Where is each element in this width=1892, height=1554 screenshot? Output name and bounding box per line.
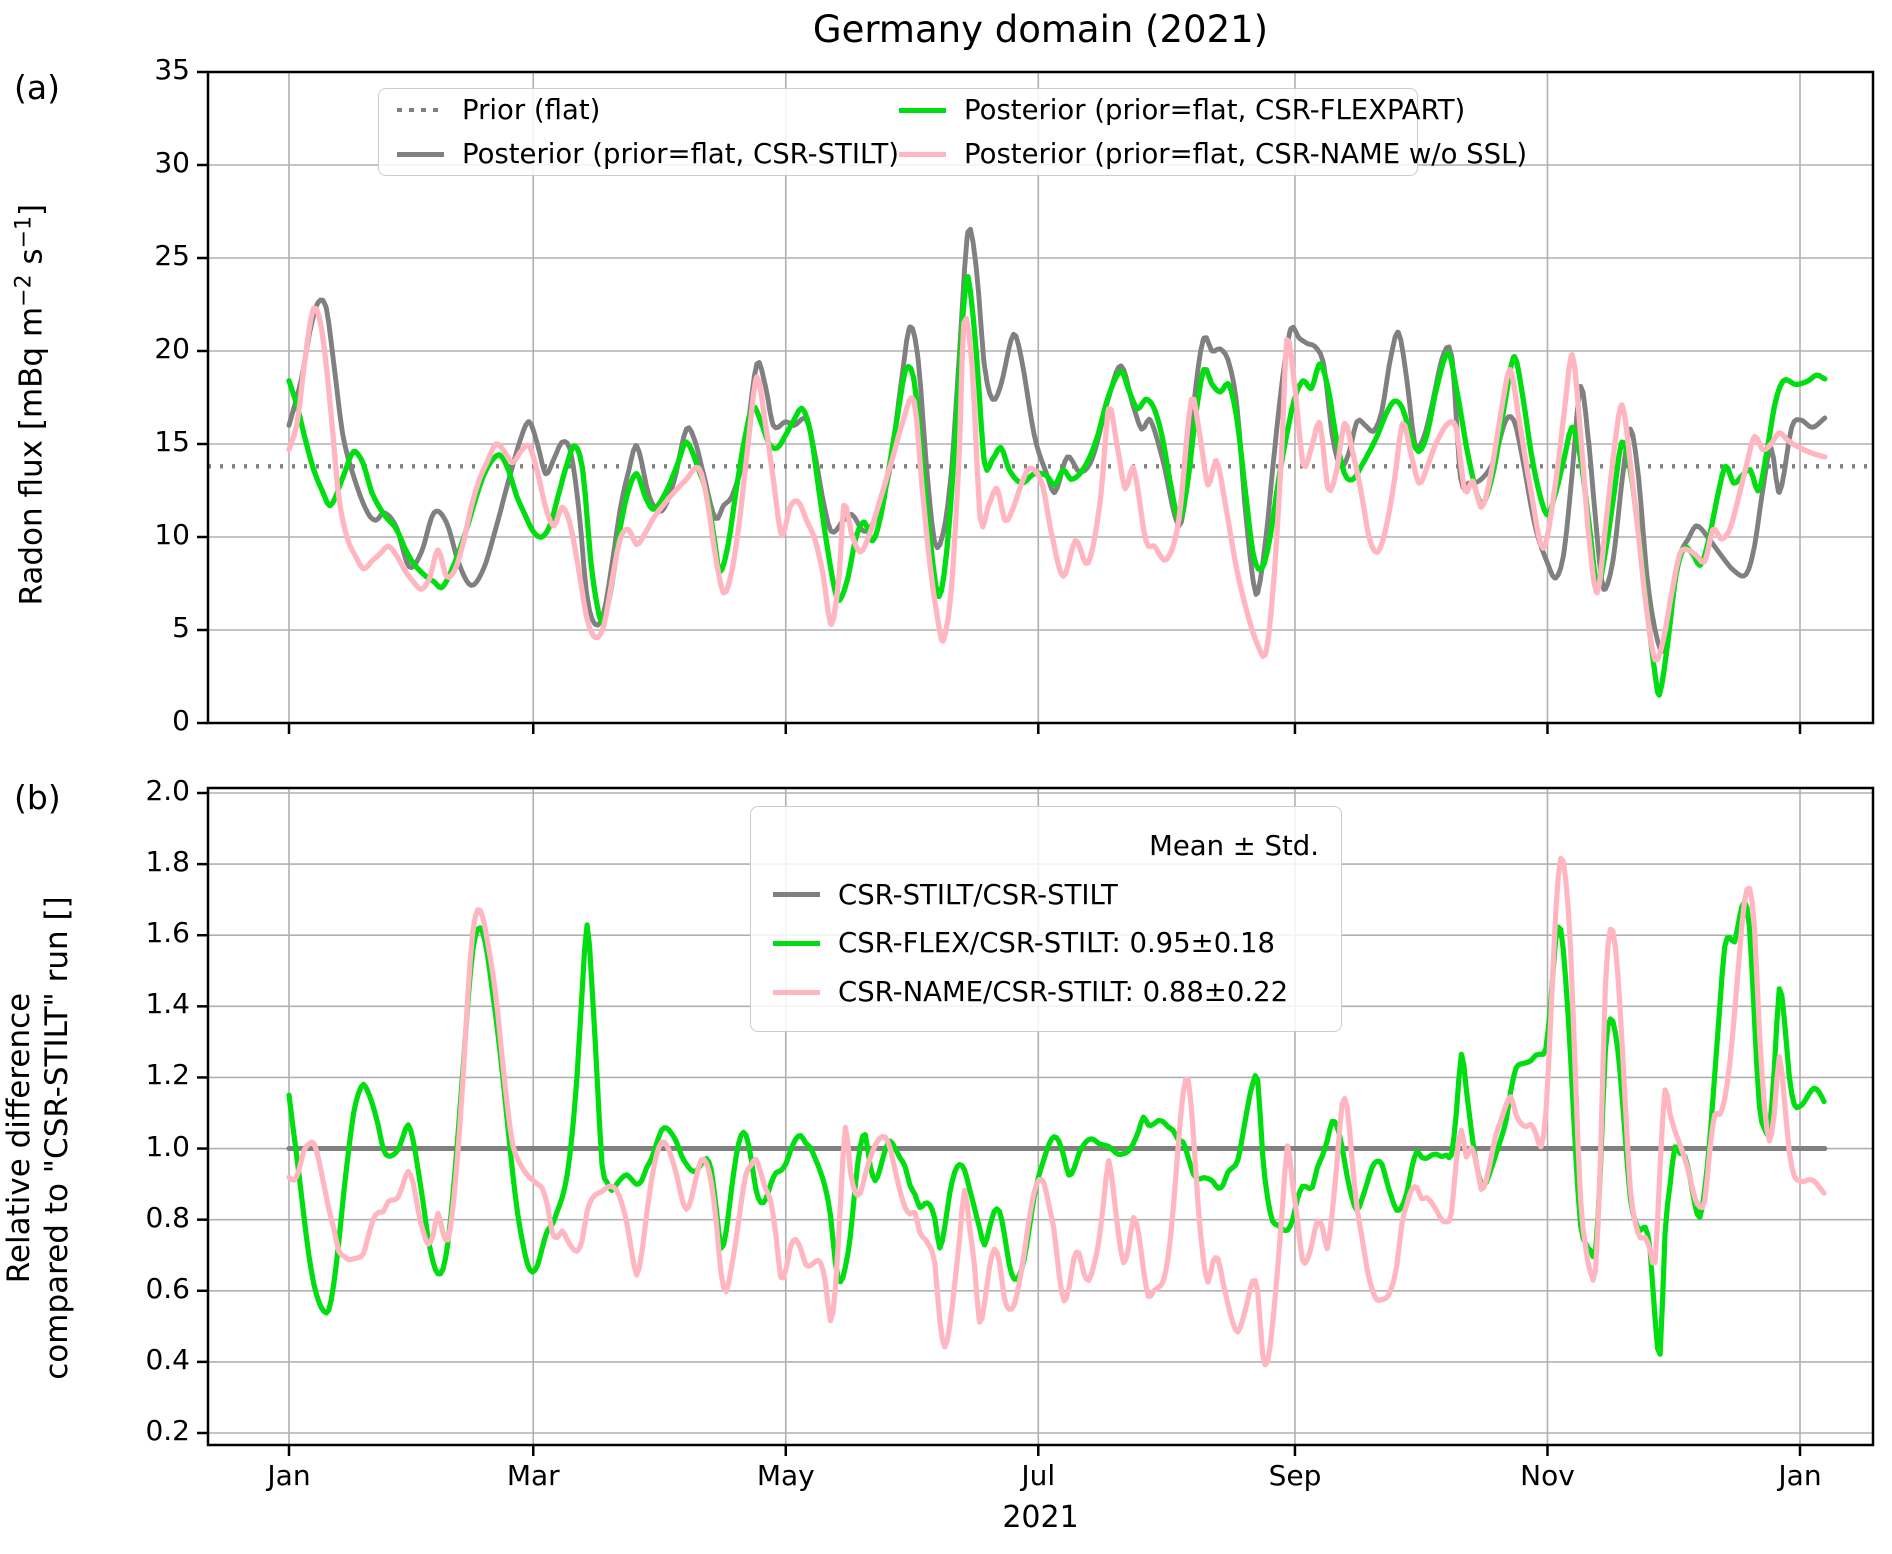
panel-b-ytick-0.4: 0.4 (0, 1343, 190, 1376)
panel-a-legend: Prior (flat) Posterior (prior=flat, CSR-… (378, 88, 1418, 176)
flexpart-line-swatch-icon (899, 108, 946, 113)
legend-label-stilt: Posterior (prior=flat, CSR-STILT) (462, 138, 899, 170)
legend-item-name: Posterior (prior=flat, CSR-NAME w/o SSL) (899, 138, 1527, 170)
panel-a-ylabel: Radon flux [mBq m−2 s−1] (5, 125, 50, 685)
gridlines (208, 72, 1873, 1445)
panel-b-ytick-1.2: 1.2 (0, 1058, 190, 1091)
stilt-line-swatch-icon (397, 152, 444, 157)
legend-label-ratio-stilt: CSR-STILT/CSR-STILT (838, 879, 1118, 911)
panel-b-legend: Mean ± Std. CSR-STILT/CSR-STILT CSR-FLEX… (750, 806, 1342, 1032)
panel-b-ytick-1.4: 1.4 (0, 987, 190, 1020)
legend-b-title: Mean ± Std. (773, 830, 1319, 862)
figure: Germany domain (2021) (a) (b) Radon flux… (0, 0, 1892, 1554)
panel-b-ytick-1.0: 1.0 (0, 1130, 190, 1163)
legend-item-ratio-name: CSR-NAME/CSR-STILT: 0.88±0.22 (773, 976, 1319, 1008)
ratio-stilt-swatch-icon (773, 892, 820, 897)
xtick-Mar-1: Mar (463, 1459, 603, 1492)
chart-title: Germany domain (2021) (208, 8, 1873, 51)
legend-item-prior: Prior (flat) (397, 94, 899, 126)
panel-a-ytick-25: 25 (0, 239, 190, 272)
legend-label-ratio-flex: CSR-FLEX/CSR-STILT: 0.95±0.18 (838, 927, 1275, 959)
name-line-swatch-icon (899, 152, 946, 157)
panel-b-ytick-0.2: 0.2 (0, 1414, 190, 1447)
xtick-Jul-3: Jul (968, 1459, 1108, 1492)
xtick-Sep-4: Sep (1225, 1459, 1365, 1492)
panel-a-ytick-0: 0 (0, 704, 190, 737)
ylabel-a-post: ] (14, 204, 50, 216)
panel-a-ytick-20: 20 (0, 332, 190, 365)
xtick-May-2: May (716, 1459, 856, 1492)
panel-b-ytick-0.8: 0.8 (0, 1201, 190, 1234)
panel-a-series (208, 229, 1873, 695)
xtick-Jan-6: Jan (1730, 1459, 1870, 1492)
xtick-Jan-0: Jan (219, 1459, 359, 1492)
panel-b-ytick-0.6: 0.6 (0, 1272, 190, 1305)
legend-item-flexpart: Posterior (prior=flat, CSR-FLEXPART) (899, 94, 1527, 126)
legend-label-ratio-name: CSR-NAME/CSR-STILT: 0.88±0.22 (838, 976, 1288, 1008)
legend-item-ratio-flex: CSR-FLEX/CSR-STILT: 0.95±0.18 (773, 927, 1319, 959)
xtick-Nov-5: Nov (1477, 1459, 1617, 1492)
legend-item-ratio-stilt: CSR-STILT/CSR-STILT (773, 879, 1319, 911)
panel-b-ytick-1.8: 1.8 (0, 845, 190, 878)
prior-line-swatch-icon (397, 108, 444, 112)
panel-a-ytick-35: 35 (0, 53, 190, 86)
ratio-flex-swatch-icon (773, 941, 820, 946)
panel-a-ytick-30: 30 (0, 146, 190, 179)
panel-a-ytick-15: 15 (0, 425, 190, 458)
ylabel-a-sup1: −2 (11, 274, 36, 306)
legend-label-flexpart: Posterior (prior=flat, CSR-FLEXPART) (964, 94, 1465, 126)
legend-label-name: Posterior (prior=flat, CSR-NAME w/o SSL) (964, 138, 1527, 170)
ratio-name-swatch-icon (773, 990, 820, 995)
panel-a-ytick-5: 5 (0, 611, 190, 644)
panel-b-ytick-2.0: 2.0 (0, 774, 190, 807)
x-axis-year-label: 2021 (208, 1500, 1873, 1535)
legend-item-stilt: Posterior (prior=flat, CSR-STILT) (397, 138, 899, 170)
panel-b-ytick-1.6: 1.6 (0, 916, 190, 949)
panel-a-ytick-10: 10 (0, 518, 190, 551)
plot-canvas (0, 0, 1892, 1554)
legend-label-prior: Prior (flat) (462, 94, 600, 126)
